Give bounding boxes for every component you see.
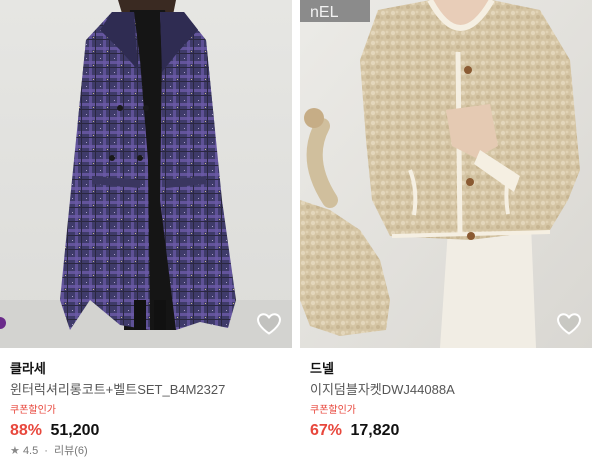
sale-price: 17,820: [350, 422, 400, 439]
product-card[interactable]: nEL 드넬 이지덤블자켓DWJ44088A 쿠폰할인가 67% 17,820: [300, 0, 592, 470]
product-title[interactable]: 윈터럭셔리롱코트+벨트SET_B4M2327: [10, 382, 292, 398]
price-row: 67% 17,820: [310, 421, 592, 441]
review-count[interactable]: 리뷰(6): [54, 445, 88, 457]
coat-photo: [0, 0, 292, 348]
product-card[interactable]: 클라세 윈터럭셔리롱코트+벨트SET_B4M2327 쿠폰할인가 88% 51,…: [0, 0, 292, 470]
brand-name[interactable]: 드넬: [310, 361, 592, 377]
product-image[interactable]: nEL: [300, 0, 592, 348]
wishlist-heart-icon[interactable]: [556, 312, 582, 336]
coupon-label: 쿠폰할인가: [310, 405, 356, 416]
discount-rate: 67%: [310, 422, 343, 439]
jacket-photo: nEL: [300, 0, 592, 348]
coupon-label: 쿠폰할인가: [10, 405, 56, 416]
product-grid: 클라세 윈터럭셔리롱코트+벨트SET_B4M2327 쿠폰할인가 88% 51,…: [0, 0, 592, 470]
product-title[interactable]: 이지덤블자켓DWJ44088A: [310, 382, 592, 398]
discount-rate: 88%: [10, 422, 43, 439]
product-image[interactable]: [0, 0, 292, 348]
star-icon: ★: [10, 445, 20, 457]
separator-dot: ·: [44, 445, 48, 457]
wishlist-heart-icon[interactable]: [256, 312, 282, 336]
sign-lettering: nEL: [310, 4, 339, 21]
product-info: 클라세 윈터럭셔리롱코트+벨트SET_B4M2327 쿠폰할인가 88% 51,…: [0, 361, 292, 458]
rating-score: 4.5: [22, 445, 39, 457]
price-row: 88% 51,200: [10, 421, 292, 441]
rating-row: ★ 4.5 · 리뷰(6): [10, 444, 292, 458]
product-info: 드넬 이지덤블자켓DWJ44088A 쿠폰할인가 67% 17,820: [300, 361, 592, 441]
brand-name[interactable]: 클라세: [10, 361, 292, 377]
sale-price: 51,200: [50, 422, 100, 439]
